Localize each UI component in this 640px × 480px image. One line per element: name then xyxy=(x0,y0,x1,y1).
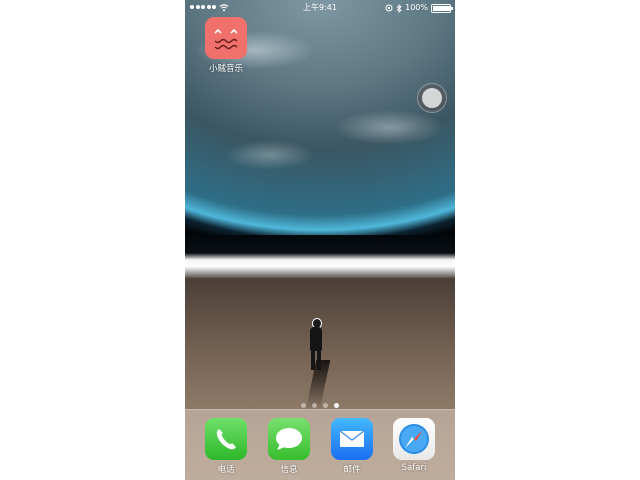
dock-app-mail[interactable]: 邮件 xyxy=(324,418,380,475)
compass-icon xyxy=(393,418,435,460)
assistive-touch-button[interactable] xyxy=(417,83,447,113)
face-icon xyxy=(205,17,247,59)
dock-app-safari[interactable]: Safari xyxy=(386,418,442,473)
page-dot[interactable] xyxy=(323,403,328,408)
app-label: 信息 xyxy=(280,465,298,475)
dock-app-phone[interactable]: 电话 xyxy=(198,418,254,475)
page-indicator[interactable] xyxy=(185,403,455,408)
app-xiaozei-music[interactable]: 小贼音乐 xyxy=(198,17,254,74)
dock-app-messages[interactable]: 信息 xyxy=(261,418,317,475)
message-icon xyxy=(268,418,310,460)
page-dot[interactable] xyxy=(312,403,317,408)
battery-icon xyxy=(431,3,453,13)
horizon-band xyxy=(185,235,455,280)
page-dot-active[interactable] xyxy=(334,403,339,408)
bluetooth-icon xyxy=(396,3,402,13)
app-label: 邮件 xyxy=(343,465,361,475)
app-label: 小贼音乐 xyxy=(208,64,243,74)
status-bar: 上午9:41 100% xyxy=(185,0,455,16)
battery-percent: 100% xyxy=(405,3,428,12)
page-dot[interactable] xyxy=(301,403,306,408)
phone-screen: 上午9:41 100% 小贼音乐 电话 信息 邮件 Safari xyxy=(185,0,455,480)
phone-icon xyxy=(205,418,247,460)
app-label: 电话 xyxy=(217,465,235,475)
rotation-lock-icon xyxy=(385,4,393,12)
status-right: 100% xyxy=(385,0,453,16)
app-label: Safari xyxy=(401,463,427,473)
mail-icon xyxy=(331,418,373,460)
dock: 电话 信息 邮件 Safari xyxy=(185,409,455,480)
walking-figure xyxy=(308,318,324,370)
